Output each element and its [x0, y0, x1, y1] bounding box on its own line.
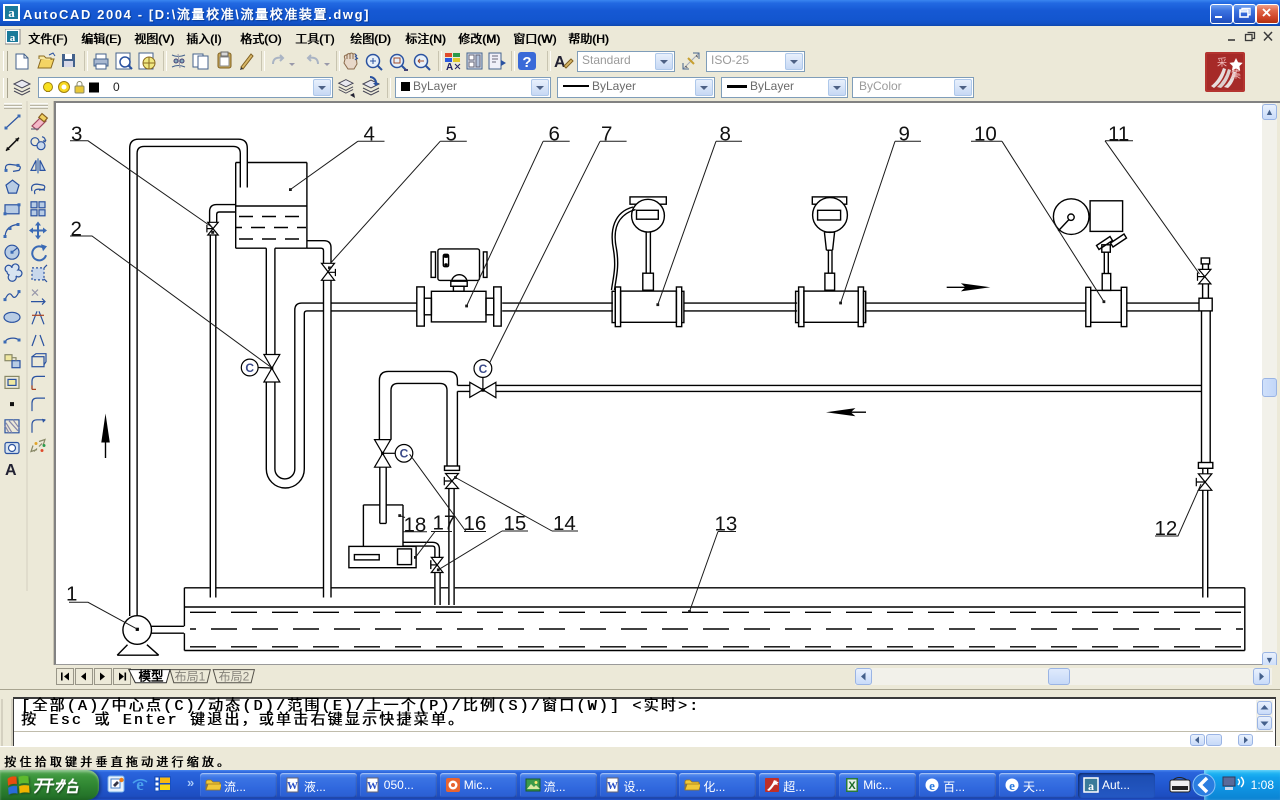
- svg-text:12: 12: [1155, 517, 1178, 540]
- svg-text:10: 10: [974, 123, 997, 146]
- svg-text:a: a: [8, 5, 15, 20]
- svg-text:5: 5: [446, 123, 457, 146]
- svg-text:11: 11: [1108, 123, 1129, 146]
- svg-text:6: 6: [549, 123, 560, 146]
- svg-text:C: C: [245, 361, 254, 375]
- svg-text:15: 15: [504, 512, 527, 535]
- svg-text:C: C: [479, 362, 488, 376]
- svg-text:4: 4: [364, 123, 375, 146]
- svg-text:布局2: 布局2: [219, 670, 250, 684]
- svg-text:模型: 模型: [138, 669, 164, 684]
- svg-text:a: a: [1088, 779, 1094, 793]
- svg-text:W: W: [607, 780, 618, 792]
- svg-text:A: A: [446, 62, 453, 73]
- svg-text:1: 1: [66, 582, 77, 605]
- svg-text:7: 7: [601, 123, 612, 146]
- svg-text:C: C: [400, 447, 409, 461]
- svg-text:13: 13: [715, 512, 738, 535]
- svg-text:a: a: [10, 32, 16, 44]
- svg-text:e: e: [1009, 778, 1015, 793]
- svg-text:W: W: [367, 780, 378, 792]
- svg-text:集: 集: [1231, 68, 1241, 81]
- svg-text:A: A: [5, 462, 17, 479]
- svg-text:2: 2: [71, 217, 82, 240]
- svg-text:14: 14: [553, 512, 576, 535]
- svg-text:16: 16: [464, 512, 487, 535]
- svg-text:3: 3: [71, 122, 82, 145]
- svg-text:9: 9: [899, 123, 910, 146]
- svg-text:布局1: 布局1: [175, 670, 206, 684]
- svg-text:»: »: [187, 775, 194, 790]
- svg-text:18: 18: [404, 514, 427, 537]
- svg-text:X: X: [849, 780, 857, 792]
- svg-text:A: A: [554, 54, 566, 71]
- svg-text:8: 8: [720, 123, 731, 146]
- svg-text:?: ?: [522, 54, 531, 71]
- svg-text:e: e: [929, 778, 935, 793]
- svg-text:W: W: [287, 780, 298, 792]
- svg-text:17: 17: [433, 512, 456, 535]
- svg-text:e: e: [136, 775, 144, 794]
- svg-text:采: 采: [1217, 57, 1227, 69]
